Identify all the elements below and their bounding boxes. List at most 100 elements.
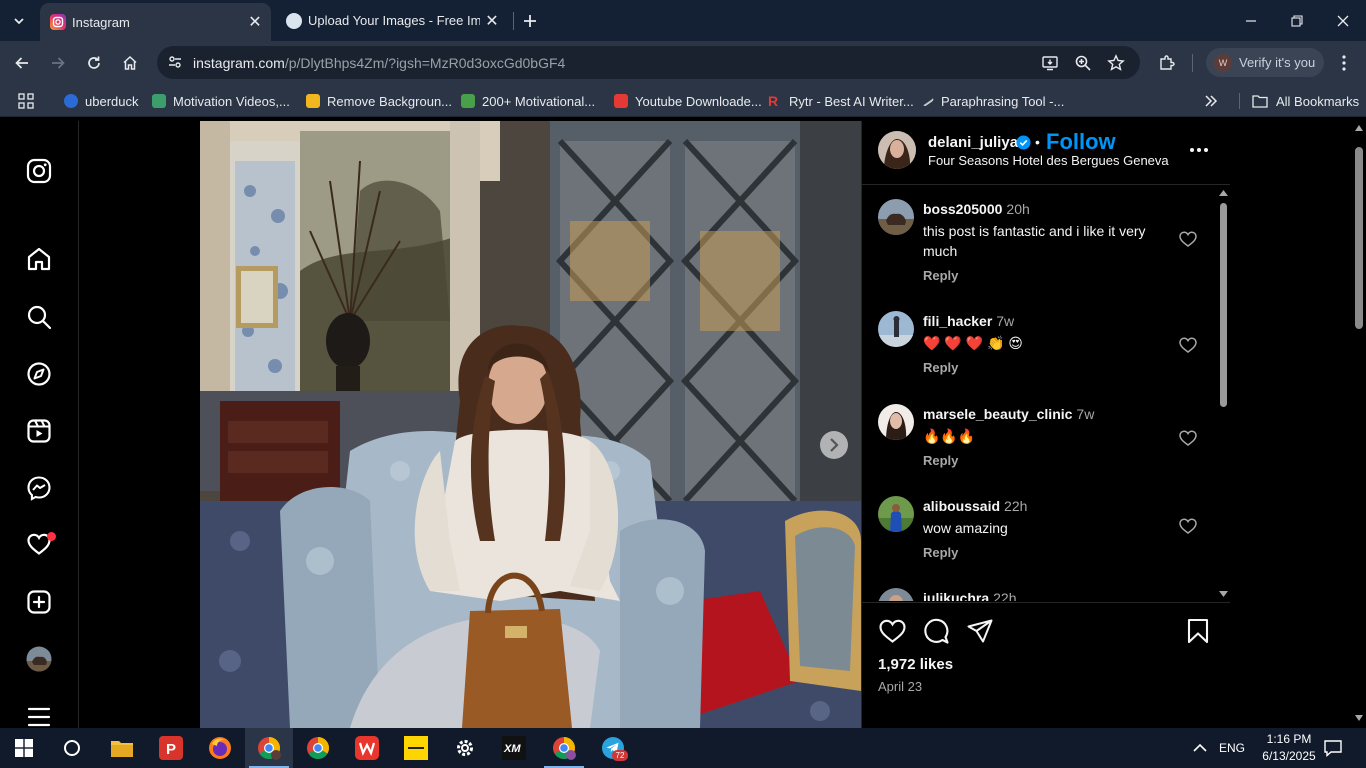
reels-icon[interactable] (25, 417, 53, 445)
profile-verify-button[interactable]: W Verify it's you (1206, 48, 1324, 77)
exness-icon[interactable] (392, 728, 440, 768)
xm-icon[interactable]: XM (490, 728, 538, 768)
taskbar-clock[interactable]: 1:16 PM 6/13/2025 (1256, 731, 1322, 765)
commenter-avatar[interactable] (878, 588, 914, 601)
page-scroll-thumb[interactable] (1355, 147, 1363, 329)
comment-like-icon[interactable] (1178, 516, 1198, 536)
commenter-avatar[interactable] (878, 311, 914, 347)
more-options-button[interactable] (1187, 139, 1211, 161)
close-window-button[interactable] (1330, 8, 1356, 34)
minimize-button[interactable] (1238, 8, 1264, 34)
likes-count[interactable]: 1,972 likes (878, 656, 953, 673)
like-icon[interactable] (878, 617, 906, 645)
bookmark-item[interactable]: uberduck (64, 92, 138, 110)
close-tab-icon[interactable]: ✕ (484, 13, 500, 30)
post-photo[interactable] (200, 121, 861, 728)
tab-instagram[interactable]: Instagram ✕ (40, 3, 271, 41)
menu-icon[interactable] (25, 702, 53, 730)
comment-like-icon[interactable] (1178, 229, 1198, 249)
chrome-profile-icon[interactable] (245, 728, 293, 768)
reply-button[interactable]: Reply (923, 268, 958, 283)
carousel-next-button[interactable] (820, 431, 848, 459)
bookmark-item[interactable]: Paraphrasing Tool -... (921, 92, 1064, 110)
apps-grid-button[interactable] (18, 92, 34, 110)
chrome-icon[interactable] (294, 728, 342, 768)
comment-icon[interactable] (922, 617, 950, 645)
messenger-icon[interactable] (25, 474, 53, 502)
comment-username[interactable]: marsele_beauty_clinic 7w (923, 406, 1094, 422)
scroll-up-arrow-icon[interactable] (1219, 188, 1228, 197)
psiphon-icon[interactable]: P (147, 728, 195, 768)
extensions-button[interactable] (1154, 50, 1180, 76)
browser-menu-button[interactable] (1331, 50, 1357, 76)
comment-like-icon[interactable] (1178, 428, 1198, 448)
reply-button[interactable]: Reply (923, 360, 958, 375)
tab-upload-images[interactable]: Upload Your Images - Free Imag ✕ (276, 0, 508, 41)
cortana-icon[interactable] (48, 728, 96, 768)
commenter-avatar[interactable] (878, 404, 914, 440)
site-info-icon[interactable] (165, 52, 185, 72)
commenter-avatar[interactable] (878, 496, 914, 532)
telegram-icon[interactable] (589, 728, 637, 768)
home-icon[interactable] (25, 245, 53, 273)
comment-username[interactable]: aliboussaid 22h (923, 498, 1027, 514)
save-bookmark-icon[interactable] (1184, 617, 1212, 645)
instagram-logo-icon[interactable] (25, 157, 53, 185)
tab-search-button[interactable] (6, 8, 32, 34)
bookmark-item[interactable]: R Rytr - Best AI Writer... (768, 92, 914, 110)
create-icon[interactable] (25, 588, 53, 616)
comments-list[interactable]: boss205000 20h this post is fantastic and… (862, 185, 1217, 601)
forward-button[interactable] (45, 50, 71, 76)
bookmark-item[interactable]: Motivation Videos,... (152, 92, 290, 110)
reply-button[interactable]: Reply (923, 453, 958, 468)
language-indicator[interactable]: ENG (1219, 728, 1245, 768)
show-hidden-icons-button[interactable] (1193, 728, 1207, 768)
author-avatar[interactable] (878, 131, 916, 169)
new-tab-button[interactable] (519, 10, 541, 32)
comment-username-text[interactable]: boss205000 (923, 201, 1002, 217)
comments-scroll-thumb[interactable] (1220, 203, 1227, 407)
settings-icon[interactable] (441, 728, 489, 768)
comment-username[interactable]: julikuchra 22h (923, 590, 1017, 601)
post-location[interactable]: Four Seasons Hotel des Bergues Geneva (928, 153, 1169, 168)
page-scroll-down-icon[interactable] (1355, 715, 1363, 721)
comment-like-icon[interactable] (1178, 335, 1198, 355)
follow-button[interactable]: Follow (1046, 129, 1116, 155)
commenter-avatar[interactable] (878, 199, 914, 235)
bookmarks-overflow-button[interactable] (1204, 92, 1218, 110)
scroll-down-arrow-icon[interactable] (1219, 589, 1228, 598)
reply-button[interactable]: Reply (923, 545, 958, 560)
restore-button[interactable] (1284, 8, 1310, 34)
chrome-alt-icon[interactable] (540, 728, 588, 768)
action-center-button[interactable] (1324, 728, 1342, 768)
author-username[interactable]: delani_juliya (928, 134, 1018, 151)
profile-avatar[interactable] (25, 645, 53, 673)
zoom-icon[interactable] (1072, 52, 1094, 74)
firefox-icon[interactable] (196, 728, 244, 768)
comment-username[interactable]: boss205000 20h (923, 201, 1030, 217)
all-bookmarks-button[interactable]: All Bookmarks (1252, 92, 1359, 110)
bookmark-item[interactable]: Youtube Downloade... (614, 92, 762, 110)
share-icon[interactable] (966, 617, 994, 645)
home-button[interactable] (117, 50, 143, 76)
file-explorer-icon[interactable] (98, 728, 146, 768)
reload-button[interactable] (81, 50, 107, 76)
install-app-icon[interactable] (1039, 52, 1061, 74)
back-button[interactable] (9, 50, 35, 76)
comment-username-text[interactable]: fili_hacker (923, 313, 992, 329)
comment-username-text[interactable]: julikuchra (923, 590, 989, 601)
wps-icon[interactable] (343, 728, 391, 768)
comment-username-text[interactable]: aliboussaid (923, 498, 1000, 514)
start-icon[interactable] (0, 728, 48, 768)
bookmark-item[interactable]: 200+ Motivational... (461, 92, 595, 110)
page-scroll-up-icon[interactable] (1355, 125, 1363, 131)
search-icon[interactable] (25, 303, 53, 331)
comment-username[interactable]: fili_hacker 7w (923, 313, 1014, 329)
close-tab-icon[interactable]: ✕ (247, 14, 263, 31)
address-bar[interactable]: instagram.com/p/DlytBhps4Zm/?igsh=MzR0d3… (157, 46, 1140, 79)
page-scrollbar[interactable] (1352, 121, 1366, 728)
bookmark-star-icon[interactable] (1105, 52, 1127, 74)
bookmark-item[interactable]: Remove Backgroun... (306, 92, 452, 110)
explore-icon[interactable] (25, 360, 53, 388)
comment-username-text[interactable]: marsele_beauty_clinic (923, 406, 1072, 422)
